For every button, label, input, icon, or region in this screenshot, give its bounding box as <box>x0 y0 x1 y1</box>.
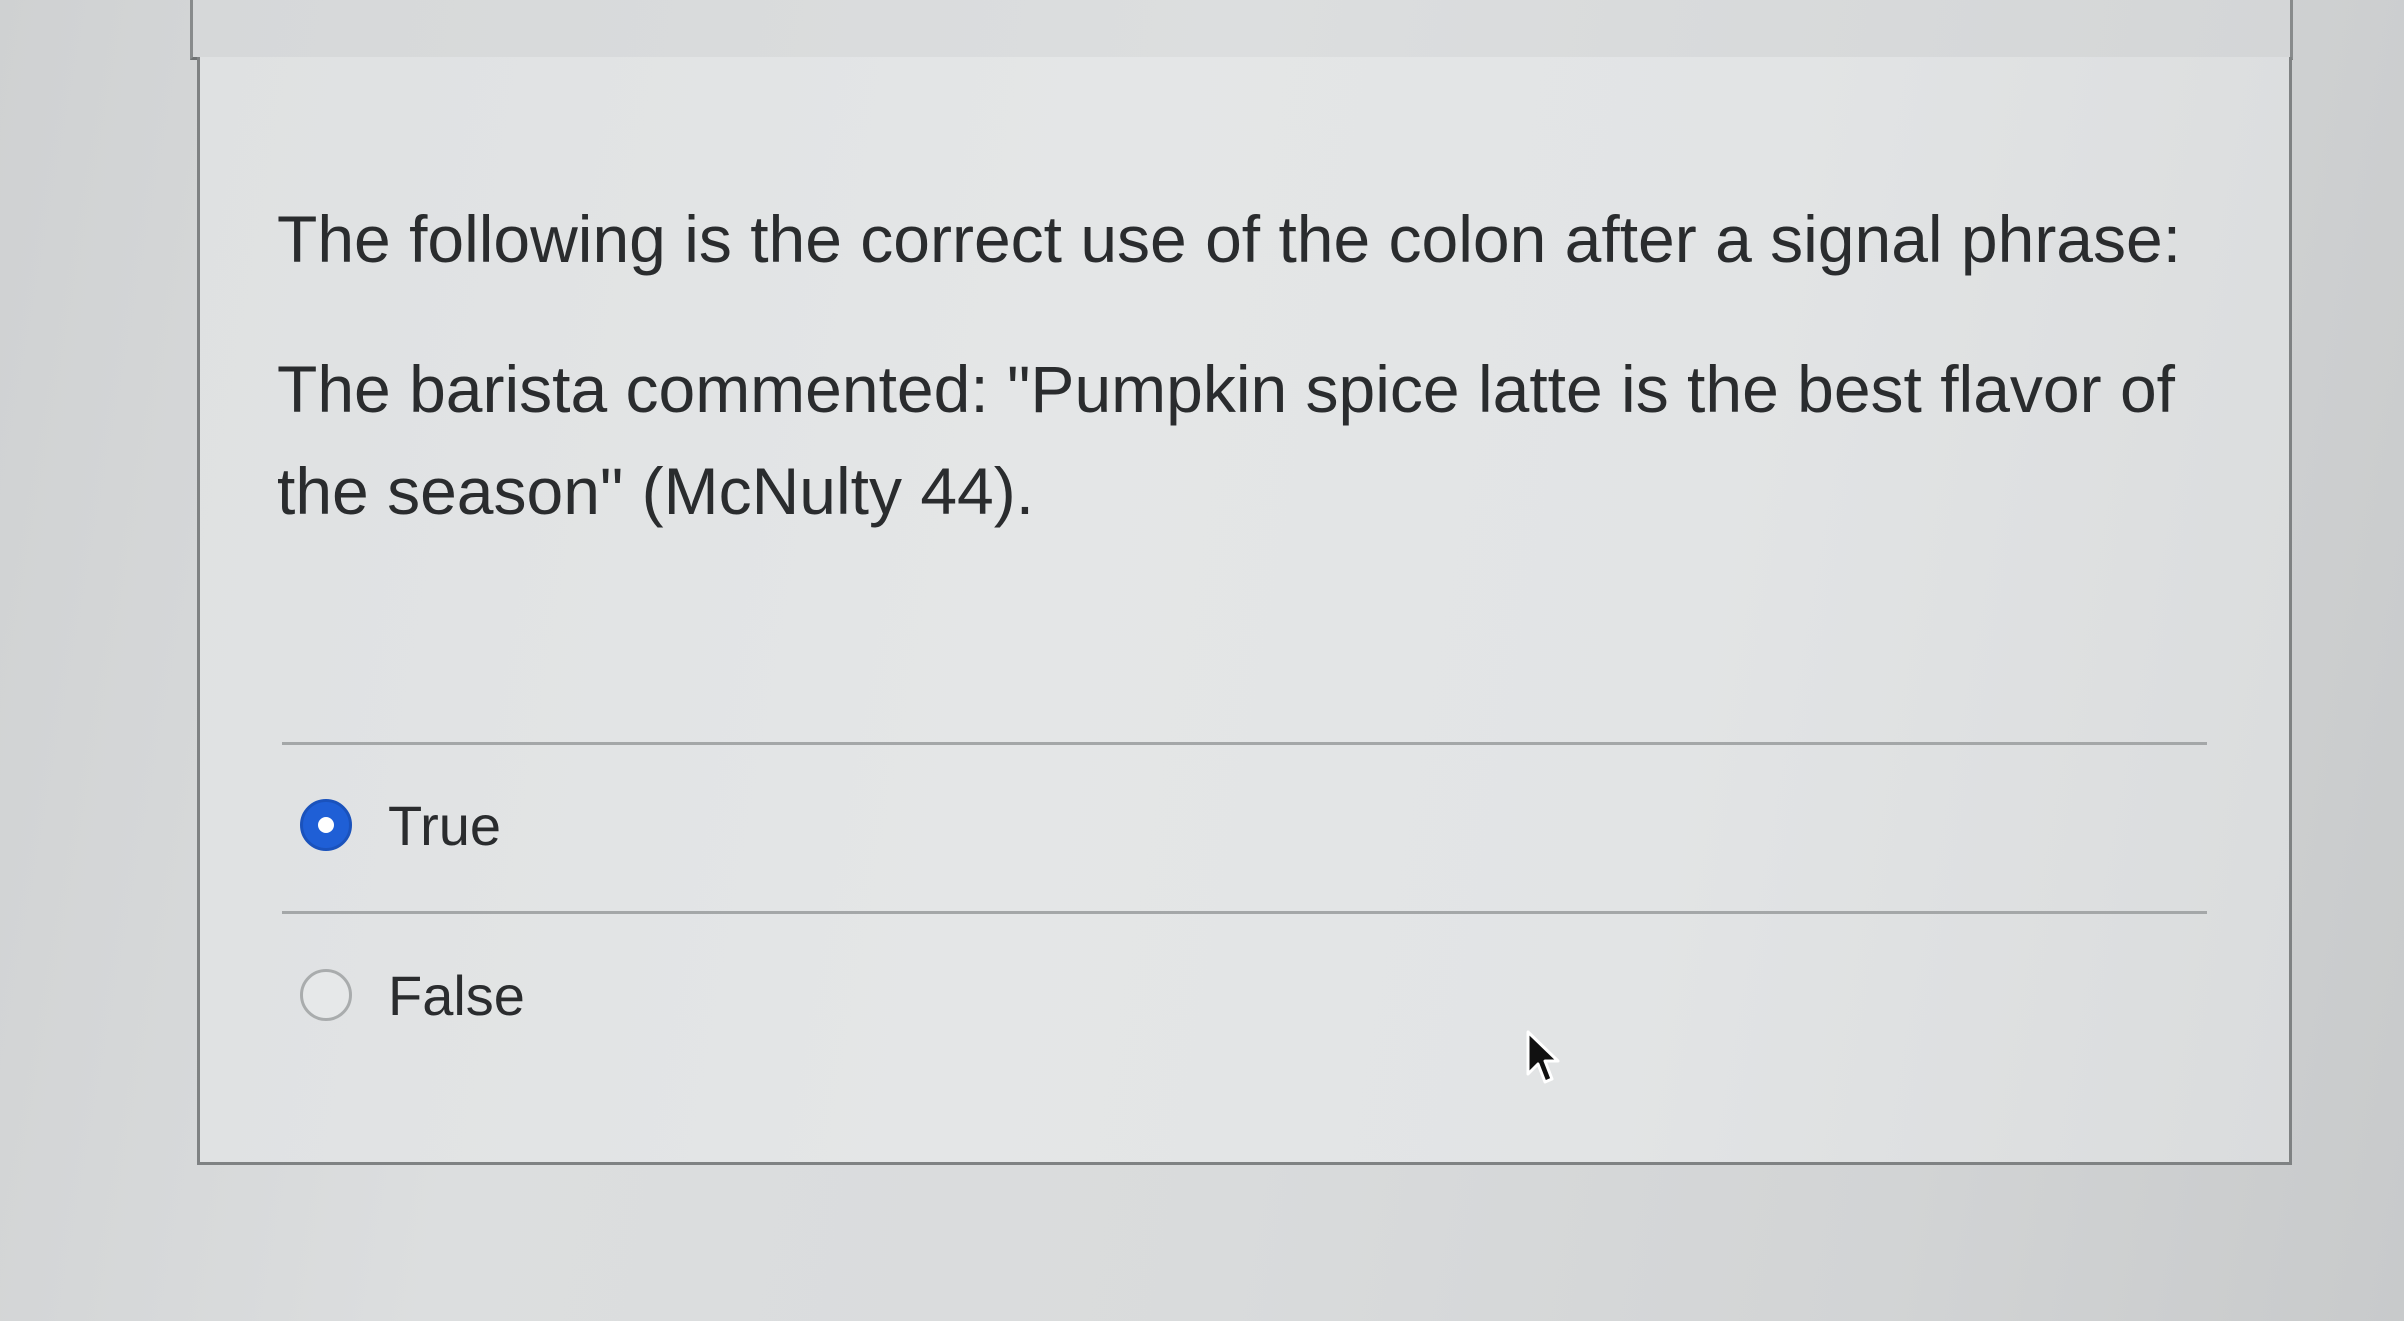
mouse-pointer-icon <box>1526 1030 1560 1084</box>
screen: The following is the correct use of the … <box>0 0 2404 1321</box>
answer-divider-middle <box>282 911 2207 914</box>
question-example: The barista commented: "Pumpkin spice la… <box>277 352 2175 528</box>
answer-label-true[interactable]: True <box>388 793 501 858</box>
radio-selected-icon[interactable] <box>300 799 352 851</box>
card-header-strip <box>190 0 2293 60</box>
radio-unselected-icon[interactable] <box>300 969 352 1021</box>
answer-label-false[interactable]: False <box>388 963 525 1028</box>
question-prompt: The following is the correct use of the … <box>277 202 2182 276</box>
answer-option-false[interactable]: False <box>300 955 525 1035</box>
question-body: The following is the correct use of the … <box>277 188 2237 542</box>
answer-option-true[interactable]: True <box>300 785 501 865</box>
answer-divider-top <box>282 742 2207 745</box>
